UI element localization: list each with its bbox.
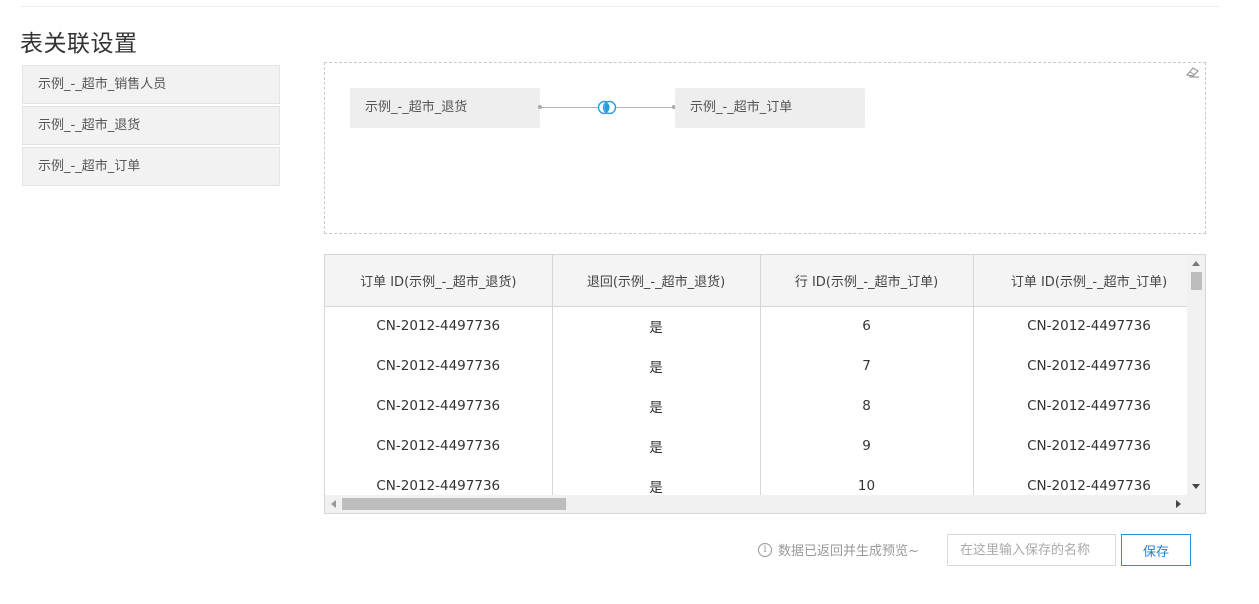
table-cell: 10 — [760, 466, 974, 496]
scroll-down-arrow-icon[interactable] — [1192, 484, 1200, 489]
table-row: CN-2012-4497736 是 7 CN-2012-4497736 — [325, 346, 1187, 386]
preview-table: 订单 ID(示例_-_超市_退货) 退回(示例_-_超市_退货) 行 ID(示例… — [324, 254, 1206, 514]
relation-node-left[interactable]: 示例_-_超市_退货 — [350, 88, 540, 128]
table-item-orders[interactable]: 示例_-_超市_订单 — [22, 147, 280, 186]
table-cell: 是 — [552, 426, 761, 466]
table-cell: CN-2012-4497736 — [973, 306, 1187, 346]
inner-join-icon[interactable] — [597, 100, 617, 115]
save-name-input[interactable] — [947, 534, 1116, 566]
relation-node-right[interactable]: 示例_-_超市_订单 — [675, 88, 865, 128]
table-row: CN-2012-4497736 是 6 CN-2012-4497736 — [325, 306, 1187, 346]
table-cell: CN-2012-4497736 — [325, 426, 553, 466]
table-cell: 是 — [552, 306, 761, 346]
table-row: CN-2012-4497736 是 8 CN-2012-4497736 — [325, 386, 1187, 426]
table-cell: 是 — [552, 466, 761, 496]
scroll-right-arrow-icon[interactable] — [1176, 500, 1181, 508]
table-cell: CN-2012-4497736 — [325, 346, 553, 386]
table-cell: 8 — [760, 386, 974, 426]
table-row: CN-2012-4497736 是 9 CN-2012-4497736 — [325, 426, 1187, 466]
column-header[interactable]: 退回(示例_-_超市_退货) — [552, 255, 761, 307]
table-row: CN-2012-4497736 是 10 CN-2012-4497736 — [325, 466, 1187, 496]
preview-table-viewport: 订单 ID(示例_-_超市_退货) 退回(示例_-_超市_退货) 行 ID(示例… — [325, 255, 1187, 496]
scroll-left-arrow-icon[interactable] — [331, 500, 336, 508]
table-cell: 7 — [760, 346, 974, 386]
column-header[interactable]: 行 ID(示例_-_超市_订单) — [760, 255, 974, 307]
table-header-row: 订单 ID(示例_-_超市_退货) 退回(示例_-_超市_退货) 行 ID(示例… — [325, 255, 1187, 307]
table-cell: CN-2012-4497736 — [325, 466, 553, 496]
column-header[interactable]: 订单 ID(示例_-_超市_订单) — [973, 255, 1187, 307]
horizontal-scrollbar[interactable] — [325, 495, 1205, 513]
connector-dot-left — [538, 105, 542, 109]
relation-canvas[interactable]: 示例_-_超市_退货 示例_-_超市_订单 — [324, 62, 1206, 234]
table-cell: 是 — [552, 346, 761, 386]
save-button[interactable]: 保存 — [1121, 534, 1191, 566]
table-cell: CN-2012-4497736 — [973, 426, 1187, 466]
top-divider — [20, 6, 1220, 7]
table-cell: CN-2012-4497736 — [325, 306, 553, 346]
preview-status-text: 数据已返回并生成预览~ — [778, 544, 919, 559]
table-cell: CN-2012-4497736 — [325, 386, 553, 426]
vertical-scrollbar[interactable] — [1187, 255, 1205, 496]
table-list: 示例_-_超市_销售人员 示例_-_超市_退货 示例_-_超市_订单 — [22, 65, 280, 188]
table-cell: CN-2012-4497736 — [973, 346, 1187, 386]
preview-status-hint: i 数据已返回并生成预览~ — [758, 540, 919, 559]
table-item-sales-person[interactable]: 示例_-_超市_销售人员 — [22, 65, 280, 104]
vertical-scroll-thumb[interactable] — [1191, 272, 1202, 290]
table-cell: 9 — [760, 426, 974, 466]
eraser-icon[interactable] — [1186, 66, 1200, 78]
column-header[interactable]: 订单 ID(示例_-_超市_退货) — [325, 255, 553, 307]
table-item-returns[interactable]: 示例_-_超市_退货 — [22, 106, 280, 145]
table-cell: CN-2012-4497736 — [973, 386, 1187, 426]
page-title: 表关联设置 — [20, 31, 138, 57]
table-cell: 是 — [552, 386, 761, 426]
table-cell: CN-2012-4497736 — [973, 466, 1187, 496]
table-cell: 6 — [760, 306, 974, 346]
scroll-up-arrow-icon[interactable] — [1192, 261, 1200, 266]
info-icon: i — [758, 542, 772, 557]
horizontal-scroll-thumb[interactable] — [342, 498, 566, 510]
